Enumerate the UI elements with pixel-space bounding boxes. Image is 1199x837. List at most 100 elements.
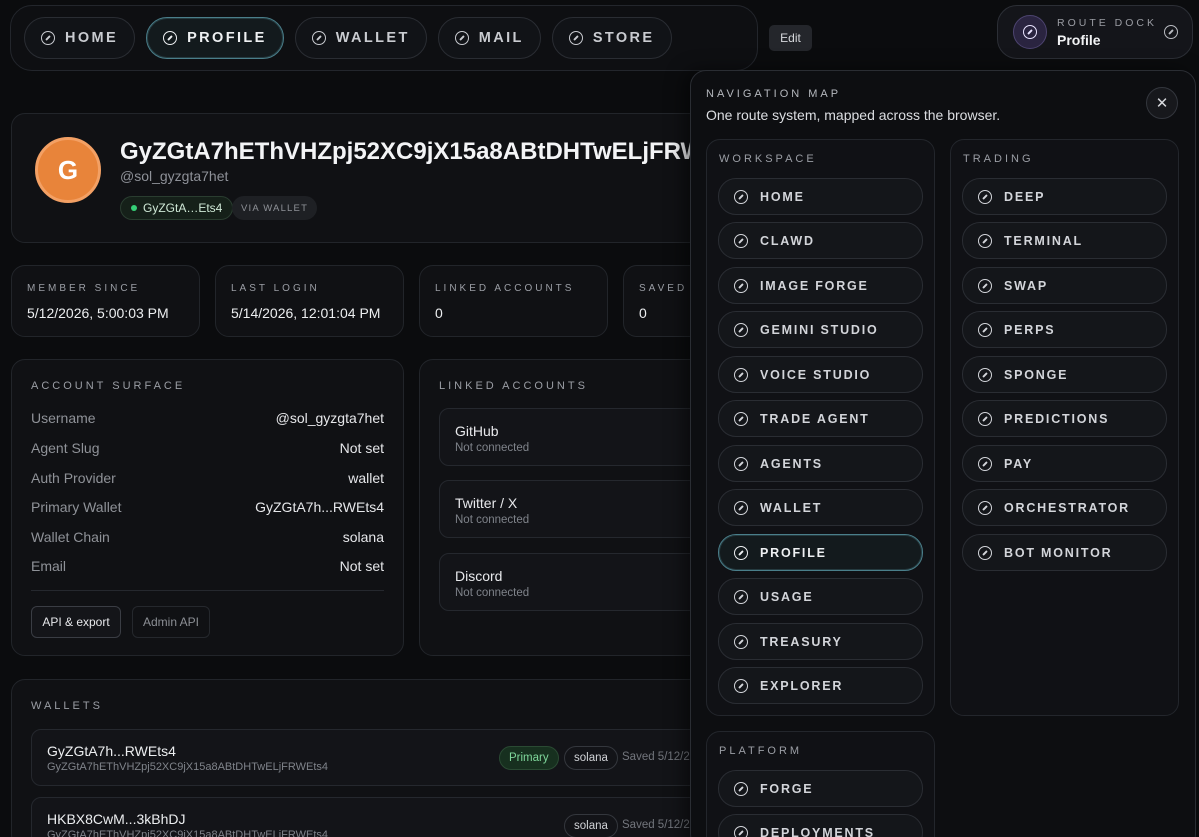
compass-icon [734, 189, 748, 204]
dock-badge [1013, 15, 1047, 49]
field-row: Primary Wallet GyZGtA7h...RWEts4 [31, 499, 384, 515]
route-treasury[interactable]: TREASURY [718, 623, 923, 660]
route-label: SWAP [1004, 278, 1049, 293]
account-name: GitHub [455, 423, 499, 439]
route-label: IMAGE FORGE [760, 278, 869, 293]
compass-icon [734, 278, 748, 293]
route-deep[interactable]: DEEP [962, 178, 1167, 215]
compass-icon[interactable] [1164, 25, 1178, 39]
map-subtitle: One route system, mapped across the brow… [706, 107, 1001, 123]
linked-account-twitter[interactable]: Twitter / X Not connected [439, 480, 709, 538]
route-orchestrator[interactable]: ORCHESTRATOR [962, 489, 1167, 526]
route-clawd[interactable]: CLAWD [718, 222, 923, 259]
route-label: TREASURY [760, 634, 843, 649]
route-usage[interactable]: USAGE [718, 578, 923, 615]
route-voice-studio[interactable]: VOICE STUDIO [718, 356, 923, 393]
account-name: Discord [455, 568, 503, 584]
route-deployments[interactable]: DEPLOYMENTS [718, 814, 923, 837]
avatar: G [35, 137, 101, 203]
route-gemini-studio[interactable]: GEMINI STUDIO [718, 311, 923, 348]
field-key: Agent Slug [31, 440, 100, 456]
route-label: PAY [1004, 456, 1034, 471]
route-home[interactable]: HOME [718, 178, 923, 215]
stat-linked-accounts: LINKED ACCOUNTS 0 [419, 265, 608, 337]
field-row: Username @sol_gyzgta7het [31, 410, 384, 426]
route-label: SPONGE [1004, 367, 1069, 382]
route-trade-agent[interactable]: TRADE AGENT [718, 400, 923, 437]
route-image-forge[interactable]: IMAGE FORGE [718, 267, 923, 304]
route-forge[interactable]: FORGE [718, 770, 923, 807]
route-perps[interactable]: PERPS [962, 311, 1167, 348]
api-export-button[interactable]: API & export [31, 606, 121, 638]
route-sponge[interactable]: SPONGE [962, 356, 1167, 393]
route-explorer[interactable]: EXPLORER [718, 667, 923, 704]
route-label: WALLET [760, 500, 823, 515]
compass-icon [454, 31, 469, 45]
dock-value: Profile [1057, 31, 1101, 48]
compass-icon [734, 500, 748, 515]
compass-icon [734, 411, 748, 426]
stat-value: 5/12/2026, 5:00:03 PM [27, 305, 169, 321]
route-label: PREDICTIONS [1004, 411, 1110, 426]
wallet-row[interactable]: GyZGtA7h...RWEts4 GyZGtA7hEThVHZpj52XC9j… [31, 729, 711, 786]
nav-profile[interactable]: PROFILE [146, 17, 284, 59]
dock-label: ROUTE DOCK [1057, 16, 1158, 29]
field-key: Email [31, 558, 67, 574]
wallet-row[interactable]: HKBX8CwM...3kBhDJ GyZGtA7hEThVHZpj52XC9j… [31, 797, 711, 837]
route-label: AGENTS [760, 456, 823, 471]
route-dock[interactable]: ROUTE DOCK Profile [997, 5, 1193, 59]
nav-home[interactable]: HOME [24, 17, 136, 59]
linked-account-discord[interactable]: Discord Not connected [439, 553, 709, 611]
compass-icon [734, 322, 748, 337]
group-label: TRADING [963, 153, 1034, 165]
compass-icon [734, 678, 748, 693]
section-title: WALLETS [31, 700, 103, 712]
navigation-map-panel: NAVIGATION MAP One route system, mapped … [690, 70, 1196, 837]
route-label: FORGE [760, 781, 814, 796]
account-status: Not connected [455, 587, 530, 599]
wallet-name: GyZGtA7h...RWEts4 [47, 743, 176, 759]
route-pay[interactable]: PAY [962, 445, 1167, 482]
field-value: @sol_gyzgta7het [275, 410, 384, 426]
edit-button[interactable]: Edit [769, 25, 812, 51]
section-title: LINKED ACCOUNTS [439, 380, 588, 392]
compass-icon [734, 589, 748, 604]
route-label: DEPLOYMENTS [760, 825, 875, 837]
via-wallet-chip: VIA WALLET [232, 196, 318, 220]
compass-icon [734, 456, 748, 471]
account-name: Twitter / X [455, 495, 518, 511]
admin-api-button[interactable]: Admin API [132, 606, 210, 638]
compass-icon [568, 31, 583, 45]
route-label: CLAWD [760, 233, 815, 248]
primary-badge: Primary [499, 746, 559, 770]
route-label: ORCHESTRATOR [1004, 500, 1131, 515]
section-title: ACCOUNT SURFACE [31, 380, 186, 392]
close-button[interactable]: ✕ [1146, 87, 1178, 119]
route-profile[interactable]: PROFILE [718, 534, 923, 571]
route-label: BOT MONITOR [1004, 545, 1113, 560]
route-predictions[interactable]: PREDICTIONS [962, 400, 1167, 437]
route-terminal[interactable]: TERMINAL [962, 222, 1167, 259]
linked-account-github[interactable]: GitHub Not connected [439, 408, 709, 466]
nav-store[interactable]: STORE [551, 17, 672, 59]
group-label: WORKSPACE [719, 153, 817, 165]
status-dot [131, 205, 137, 211]
nav-wallet[interactable]: WALLET [294, 17, 427, 59]
route-agents[interactable]: AGENTS [718, 445, 923, 482]
stat-member-since: MEMBER SINCE 5/12/2026, 5:00:03 PM [11, 265, 200, 337]
field-row: Auth Provider wallet [31, 470, 384, 486]
compass-icon [978, 189, 992, 204]
wallet-name: HKBX8CwM...3kBhDJ [47, 811, 186, 827]
compass-icon [978, 233, 992, 248]
nav-mail[interactable]: MAIL [437, 17, 541, 59]
route-label: TRADE AGENT [760, 411, 870, 426]
nav-label: WALLET [335, 30, 410, 46]
compass-icon [734, 825, 748, 837]
field-row: Email Not set [31, 558, 384, 574]
route-swap[interactable]: SWAP [962, 267, 1167, 304]
stat-label: MEMBER SINCE [27, 283, 141, 294]
linked-accounts-card: LINKED ACCOUNTS GitHub Not connected Twi… [419, 359, 709, 656]
route-wallet[interactable]: WALLET [718, 489, 923, 526]
route-bot-monitor[interactable]: BOT MONITOR [962, 534, 1167, 571]
field-value: Not set [339, 440, 384, 456]
